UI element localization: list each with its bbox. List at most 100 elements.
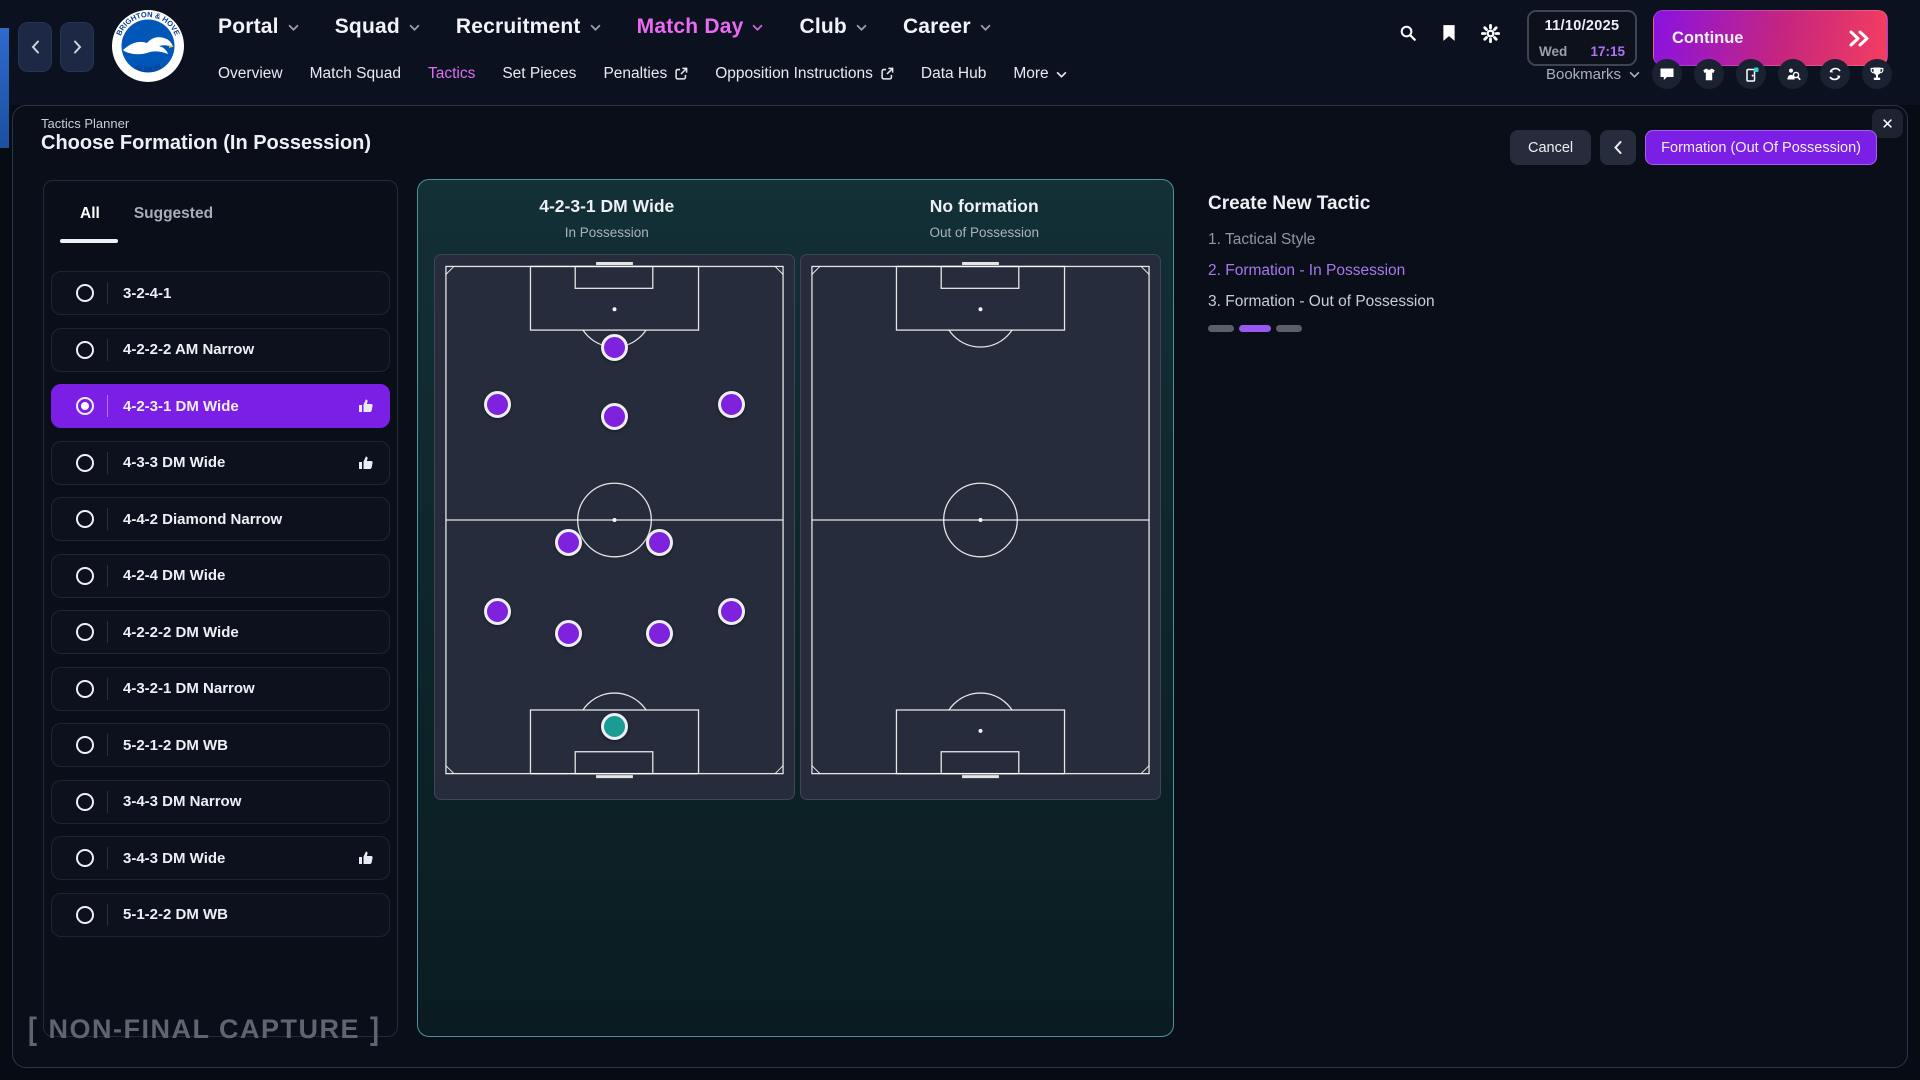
nav-label: Club [799,15,846,39]
subnav-more[interactable]: More [1013,65,1066,83]
radio-icon [76,793,94,811]
chevron-down-icon [752,24,763,31]
formation-list-panel: All Suggested 3-2-4-1 4-2-2-2 AM Narrow … [43,180,398,1037]
player-dot-def-centre-left[interactable] [555,620,582,647]
formation-item[interactable]: 4-2-3-1 DM Wide [51,384,390,428]
subnav-set-pieces[interactable]: Set Pieces [502,65,576,83]
nav-label: Portal [218,15,279,39]
next-step-button[interactable]: Formation (Out Of Possession) [1645,130,1877,165]
subnav-label: Data Hub [921,65,986,83]
nav-match-day[interactable]: Match Day [637,15,764,39]
subnav-tactics[interactable]: Tactics [428,65,475,83]
search-icon[interactable] [1398,23,1418,43]
in-possession-column: 4-2-3-1 DM Wide In Possession [418,180,796,1036]
formation-item[interactable]: 3-2-4-1 [51,271,390,315]
radio-icon [76,510,94,528]
chevron-down-icon [856,24,867,31]
formation-item[interactable]: 5-1-2-2 DM WB [51,893,390,937]
game-date: 11/10/2025 [1539,18,1625,34]
pitch-comparison-panel: 4-2-3-1 DM Wide In Possession No formati… [417,179,1174,1037]
bookmarks-dropdown[interactable]: Bookmarks [1546,66,1640,83]
pitch-title: 4-2-3-1 DM Wide [418,196,796,217]
bookmarks-row: Bookmarks [1546,56,1892,92]
history-forward-button[interactable] [60,22,94,72]
jersey-icon[interactable] [1694,59,1724,89]
create-tactic-wizard: Create New Tactic 1. Tactical Style 2. F… [1208,193,1768,332]
thumbs-up-icon [358,850,374,866]
formation-item[interactable]: 3-4-3 DM Narrow [51,780,390,824]
scout-search-icon[interactable] [1778,59,1808,89]
subnav-label: More [1013,65,1048,83]
goalkeeper-dot[interactable] [601,713,628,740]
formation-item[interactable]: 4-2-2-2 AM Narrow [51,328,390,372]
player-dot-def-right[interactable] [718,598,745,625]
club-badge[interactable]: BRIGHTON & HOVE ALBION [111,9,185,83]
chevron-left-icon [31,40,40,54]
subnav-data-hub[interactable]: Data Hub [921,65,986,83]
formation-item[interactable]: 5-2-1-2 DM WB [51,723,390,767]
subnav-label: Set Pieces [502,65,576,83]
external-link-icon [880,67,894,81]
continue-label: Continue [1672,29,1744,48]
radio-icon [76,623,94,641]
formation-item[interactable]: 4-3-2-1 DM Narrow [51,667,390,711]
history-back-button[interactable] [18,22,52,72]
radio-icon [76,284,94,302]
pitch-subtitle: In Possession [418,225,796,240]
tab-all[interactable]: All [80,205,100,223]
subnav-label: Match Squad [310,65,401,83]
formation-list: 3-2-4-1 4-2-2-2 AM Narrow 4-2-3-1 DM Wid… [51,271,390,937]
thumbs-up-icon [358,398,374,414]
nav-label: Recruitment [456,15,581,39]
player-dot-cm-left[interactable] [555,529,582,556]
pitch-title: No formation [796,196,1174,217]
subnav-label: Tactics [428,65,475,83]
subnav-penalties[interactable]: Penalties [603,65,688,83]
nav-label: Match Day [637,15,744,39]
chevron-down-icon [980,24,991,31]
subnav-opposition-instructions[interactable]: Opposition Instructions [715,65,894,83]
radio-icon [76,454,94,472]
player-dot-am-right[interactable] [718,391,745,418]
nav-squad[interactable]: Squad [335,15,420,39]
radio-icon [76,849,94,867]
thumbs-up-icon [358,455,374,471]
chevron-down-icon [409,24,420,31]
progress-pill [1276,325,1302,332]
formation-item[interactable]: 4-2-4 DM Wide [51,554,390,598]
nav-recruitment[interactable]: Recruitment [456,15,601,39]
subnav-overview[interactable]: Overview [218,65,283,83]
wizard-title: Create New Tactic [1208,193,1768,215]
gear-icon[interactable] [1480,23,1500,43]
formation-item[interactable]: 4-4-2 Diamond Narrow [51,497,390,541]
tactics-planner-modal: Tactics Planner ✕ Choose Formation (In P… [12,105,1908,1068]
radio-icon [76,736,94,754]
door-icon[interactable] [1736,59,1766,89]
tab-suggested[interactable]: Suggested [134,205,213,223]
bookmark-icon[interactable] [1439,23,1459,43]
sync-icon[interactable] [1820,59,1850,89]
step-back-button[interactable] [1600,130,1636,165]
wizard-step-tactical-style: 1. Tactical Style [1208,231,1768,249]
top-bar: BRIGHTON & HOVE ALBION Portal Squad Recr… [0,0,1920,105]
chevron-down-icon [1056,71,1067,78]
nav-portal[interactable]: Portal [218,15,299,39]
chat-icon[interactable] [1652,59,1682,89]
radio-icon [76,680,94,698]
nav-club[interactable]: Club [799,15,866,39]
chevron-left-icon [1614,141,1622,154]
progress-pill [1208,325,1234,332]
formation-item[interactable]: 4-3-3 DM Wide [51,441,390,485]
formation-item[interactable]: 3-4-3 DM Wide [51,836,390,880]
subnav-match-squad[interactable]: Match Squad [310,65,401,83]
external-link-icon [674,67,688,81]
wizard-progress [1208,325,1768,332]
sub-nav: Overview Match Squad Tactics Set Pieces … [218,56,1067,92]
cancel-button[interactable]: Cancel [1510,130,1591,165]
formation-item[interactable]: 4-2-2-2 DM Wide [51,610,390,654]
trophy-icon[interactable] [1862,59,1892,89]
left-edge-strip [0,28,9,148]
nav-career[interactable]: Career [903,15,991,39]
out-of-possession-column: No formation Out of Possession [796,180,1174,1036]
subnav-label: Opposition Instructions [715,65,873,83]
